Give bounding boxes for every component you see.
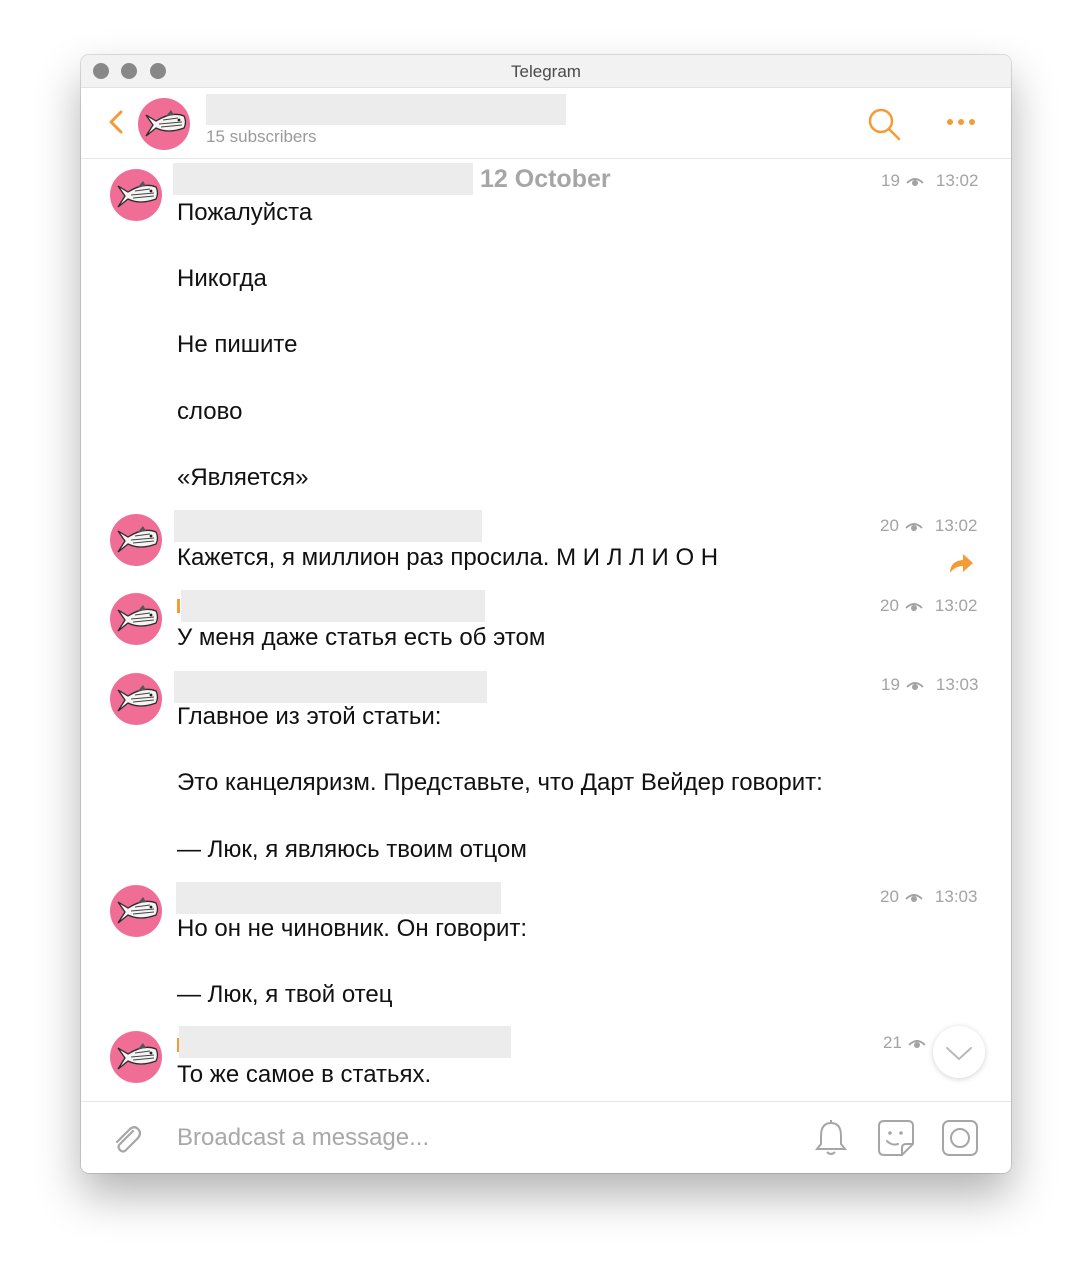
message-line: — Люк, я твой отец [177,981,393,1008]
message-line: Никогда [177,265,267,292]
sender-avatar[interactable] [110,514,162,566]
sender-name-redacted [176,882,501,914]
message-time: 13:02 [934,516,978,535]
camera-icon[interactable] [941,1119,979,1157]
message-meta: 19 13:02 [881,171,978,191]
message-line: Пожалуйста [177,199,313,226]
sticker-icon[interactable] [877,1119,915,1157]
message-meta: 20 13:03 [880,887,977,907]
view-count: 19 [881,171,900,190]
eye-icon [906,680,924,692]
eye-icon [906,176,924,188]
subscriber-count: 15 subscribers [206,127,317,146]
more-icon[interactable] [945,110,977,134]
sender-name-redacted [173,163,473,195]
sender-avatar[interactable] [110,169,162,221]
message-time: 13:03 [934,887,978,906]
message-time: 13:02 [935,171,979,190]
paperclip-icon[interactable] [109,1122,143,1156]
message-meta: 21 [883,1033,932,1053]
message-line: Не пишите [177,331,298,358]
eye-icon [908,1038,926,1050]
eye-icon [905,892,923,904]
bell-icon[interactable] [814,1119,848,1157]
message-time: 13:03 [935,675,979,694]
chevron-left-icon[interactable] [105,108,129,136]
date-label: 12 October [480,165,611,193]
sender-avatar[interactable] [110,1031,162,1083]
scroll-down-button[interactable] [933,1026,985,1078]
message-line: Кажется, я миллион раз просила. М И Л Л … [177,544,719,571]
message-input[interactable]: Broadcast a message... [177,1124,429,1152]
message-line: Главное из этой статьи: [177,703,442,730]
message-line: «Является» [177,464,309,491]
window-title: Telegram [511,62,581,81]
sender-avatar[interactable] [110,673,162,725]
sender-name-redacted [174,510,482,542]
message-line: — Люк, я являюсь твоим отцом [177,836,527,863]
message-list[interactable]: 12 October 19 13:02 Пожалуйста Никогда Не… [81,159,1011,1101]
title-bar: Telegram [81,55,1011,88]
message-line: То же самое в статьях. [177,1061,432,1088]
channel-avatar[interactable] [138,98,190,150]
search-icon[interactable] [867,107,901,141]
view-count: 20 [880,887,899,906]
message-meta: 20 13:02 [880,516,977,536]
sender-name-fragment [177,599,180,613]
message-time: 13:02 [934,596,978,615]
message-line: Но он не чиновник. Он говорит: [177,915,528,942]
message-meta: 19 13:03 [881,675,978,695]
view-count: 20 [880,596,899,615]
channel-name-redacted [206,94,566,125]
sender-name-redacted [179,1026,511,1058]
sender-avatar[interactable] [110,593,162,645]
message-line: У меня даже статья есть об этом [177,624,546,651]
sender-name-redacted [181,590,485,622]
eye-icon [905,601,923,613]
channel-header: 15 subscribers [81,88,1011,159]
chevron-down-icon [946,1047,972,1060]
view-count: 19 [881,675,900,694]
telegram-window: Telegram 15 subscribers 12 October 19 13:… [81,55,1011,1173]
share-icon[interactable] [947,550,975,576]
view-count: 21 [883,1033,902,1052]
message-line: Это канцеляризм. Представьте, что Дарт В… [177,769,823,796]
message-meta: 20 13:02 [880,596,977,616]
sender-avatar[interactable] [110,885,162,937]
message-line: слово [177,398,243,425]
sender-name-redacted [174,671,487,703]
view-count: 20 [880,516,899,535]
eye-icon [905,521,923,533]
composer-bar: Broadcast a message... [81,1101,1011,1173]
